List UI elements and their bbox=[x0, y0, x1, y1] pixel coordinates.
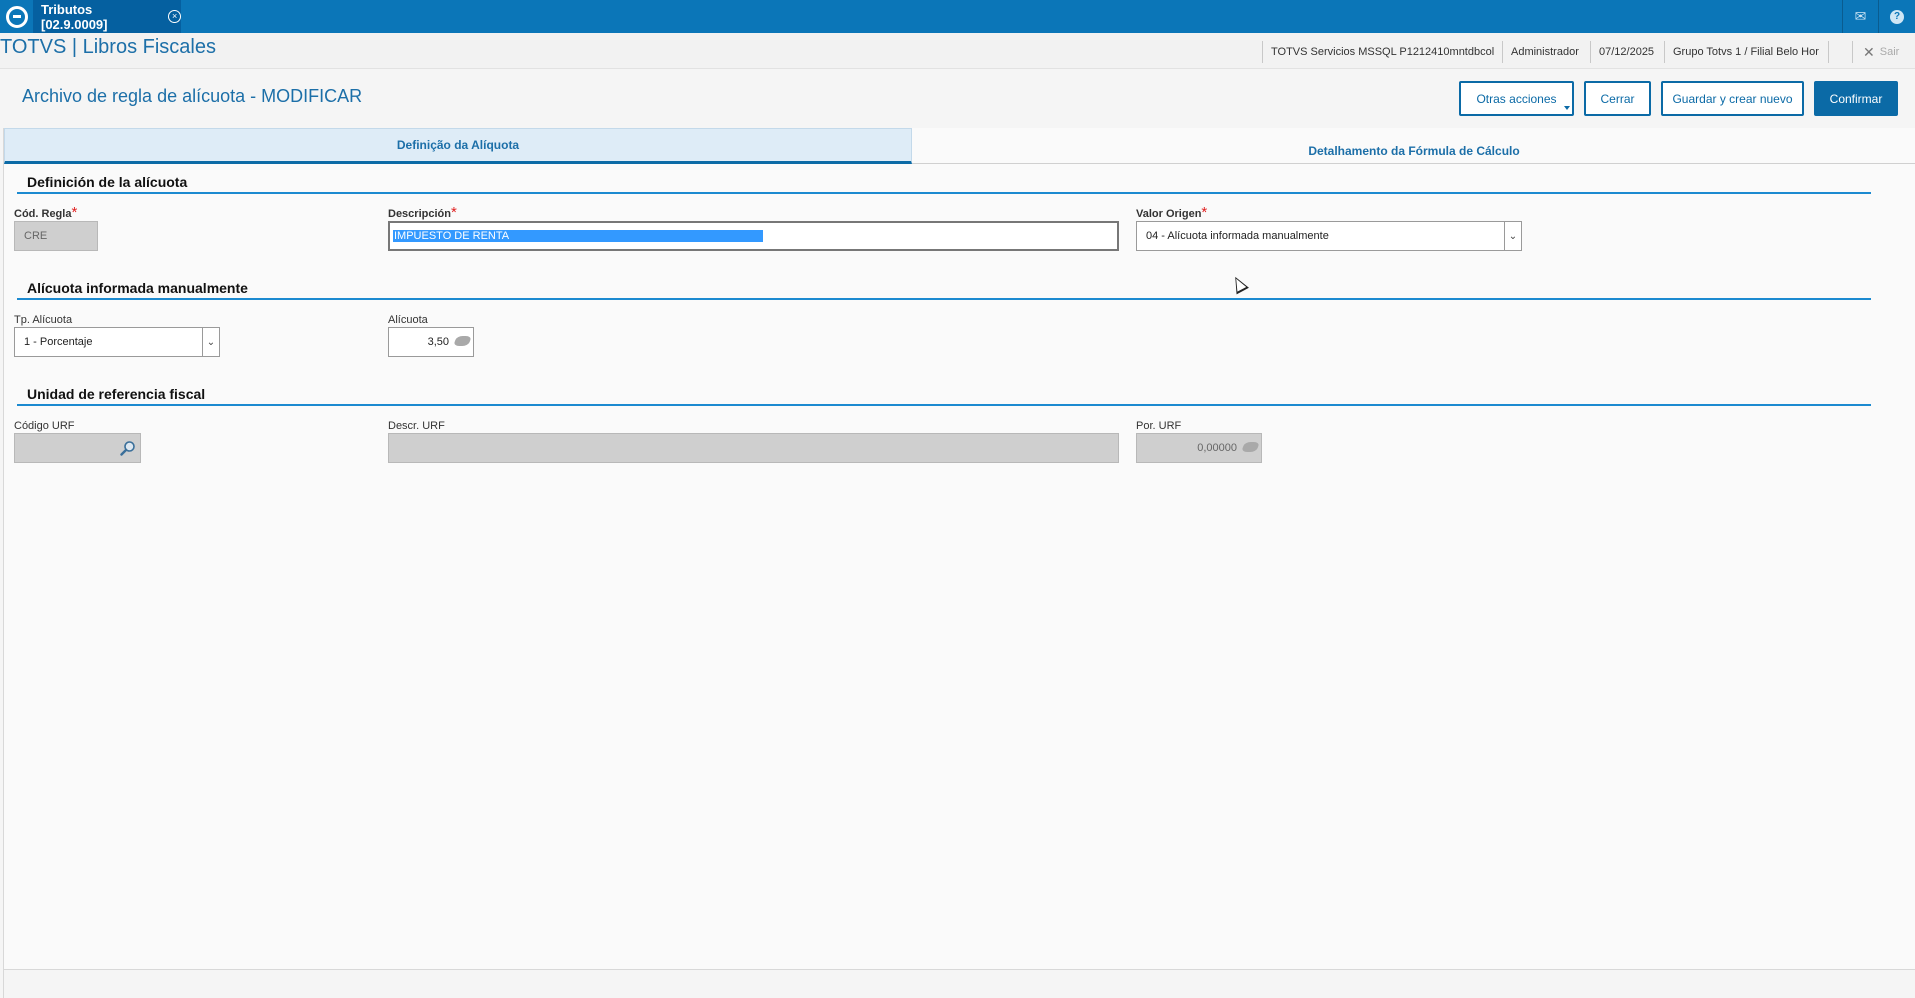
help-icon[interactable]: ? bbox=[1878, 0, 1915, 33]
tab-bar: Definição da Alíquota Detalhamento da Fó… bbox=[4, 128, 1915, 164]
other-actions-button[interactable]: Otras acciones bbox=[1459, 81, 1574, 116]
top-bar: Tributos [02.9.0009] × ✉ ? bbox=[0, 0, 1915, 33]
tab-tributos[interactable]: Tributos [02.9.0009] × bbox=[33, 0, 181, 33]
tab-close-icon[interactable]: × bbox=[168, 10, 181, 23]
descr-urf-label: Descr. URF bbox=[388, 420, 445, 432]
totvs-logo-icon[interactable] bbox=[0, 0, 33, 33]
close-button[interactable]: Cerrar bbox=[1584, 81, 1651, 116]
descr-urf-field bbox=[388, 433, 1119, 463]
confirm-button[interactable]: Confirmar bbox=[1814, 81, 1898, 116]
mail-icon[interactable]: ✉ bbox=[1842, 0, 1878, 33]
form-panel: Definição da Alíquota Detalhamento da Fó… bbox=[3, 128, 1915, 970]
alicuota-value: 3,50 bbox=[427, 336, 449, 348]
logout-label: Sair bbox=[1879, 46, 1900, 58]
valor-origen-label: Valor Origen* bbox=[1136, 204, 1208, 221]
tab-detalhamento-formula[interactable]: Detalhamento da Fórmula de Cálculo bbox=[912, 128, 1915, 164]
user-info: Administrador bbox=[1502, 41, 1587, 63]
app-header: TOTVS | Libros Fiscales TOTVS Servicios … bbox=[0, 33, 1915, 69]
tp-alicuota-label: Tp. Alícuota bbox=[14, 314, 73, 326]
date-info: 07/12/2025 bbox=[1590, 41, 1662, 63]
caret-down-icon bbox=[1564, 106, 1570, 110]
por-urf-label: Por. URF bbox=[1136, 420, 1182, 432]
tab-tributos-label: Tributos [02.9.0009] bbox=[41, 1, 108, 32]
coins-icon bbox=[453, 336, 472, 346]
chevron-down-icon[interactable]: ⌄ bbox=[1504, 222, 1521, 250]
por-urf-field: 0,00000 bbox=[1136, 433, 1262, 463]
other-actions-label: Otras acciones bbox=[1476, 91, 1557, 106]
page-title: Archivo de regla de alícuota - MODIFICAR bbox=[22, 86, 363, 106]
codigo-urf-field bbox=[14, 433, 141, 463]
branch-info: Grupo Totvs 1 / Filial Belo Hor bbox=[1664, 41, 1827, 63]
tp-alicuota-value: 1 - Porcentaje bbox=[24, 336, 93, 348]
save-and-new-button[interactable]: Guardar y crear nuevo bbox=[1661, 81, 1804, 116]
tab-definicao-aliquota[interactable]: Definição da Alíquota bbox=[4, 128, 912, 164]
chevron-down-icon[interactable]: ⌄ bbox=[202, 328, 219, 356]
codigo-urf-label: Código URF bbox=[14, 420, 75, 432]
por-urf-value: 0,00000 bbox=[1197, 442, 1237, 454]
section-definicion: Definición de la alícuota bbox=[17, 174, 1871, 194]
valor-origen-select[interactable]: 04 - Alícuota informada manualmente ⌄ bbox=[1136, 221, 1522, 251]
app-brand: TOTVS | Libros Fiscales bbox=[0, 36, 216, 58]
logout-button[interactable]: ✕ Sair bbox=[1852, 41, 1899, 63]
cod-regla-label: Cód. Regla* bbox=[14, 204, 78, 221]
cod-regla-field: CRE bbox=[14, 221, 98, 251]
search-icon[interactable] bbox=[120, 440, 136, 456]
section-urf: Unidad de referencia fiscal bbox=[17, 386, 1871, 406]
header-divider bbox=[1828, 41, 1829, 63]
tp-alicuota-select[interactable]: 1 - Porcentaje ⌄ bbox=[14, 327, 220, 357]
footer-bar bbox=[3, 970, 1915, 998]
environment-info: TOTVS Servicios MSSQL P1212410mntdbcol bbox=[1262, 41, 1502, 63]
close-icon: ✕ bbox=[1863, 43, 1875, 60]
descripcion-label: Descripción* bbox=[388, 204, 457, 221]
section-alicuota-manual: Alícuota informada manualmente bbox=[17, 280, 1871, 300]
coins-icon bbox=[1241, 442, 1260, 452]
descripcion-selected-text: IMPUESTO DE RENTA bbox=[393, 230, 763, 242]
descripcion-field[interactable]: IMPUESTO DE RENTA bbox=[388, 221, 1119, 251]
alicuota-label: Alícuota bbox=[388, 314, 428, 326]
valor-origen-value: 04 - Alícuota informada manualmente bbox=[1146, 230, 1329, 242]
alicuota-field[interactable]: 3,50 bbox=[388, 327, 474, 357]
